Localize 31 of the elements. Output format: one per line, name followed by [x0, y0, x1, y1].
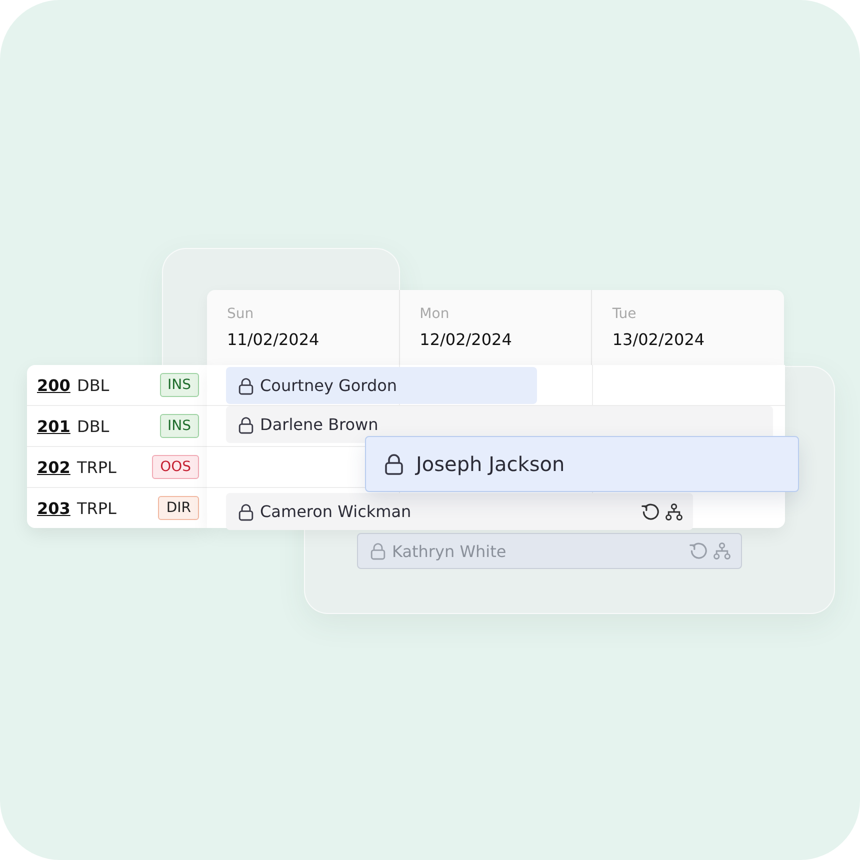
date-label: 12/02/2024 — [420, 330, 513, 349]
room-number[interactable]: 203 — [37, 498, 77, 518]
guest-name: Darlene Brown — [260, 415, 378, 434]
room-number[interactable]: 202 — [37, 458, 77, 476]
room-number[interactable]: 201 — [37, 416, 77, 436]
date-label: 13/02/2024 — [612, 330, 706, 349]
lock-icon — [370, 542, 386, 560]
lock-icon — [384, 453, 404, 475]
status-badge: INS — [160, 414, 199, 438]
room-number[interactable]: 200 — [37, 376, 77, 394]
lock-icon — [238, 416, 254, 434]
lock-icon — [238, 502, 254, 520]
status-badge: INS — [160, 373, 199, 397]
room-type: DBL — [77, 416, 110, 436]
weekday-label: Tue — [612, 306, 638, 322]
room-type: TRPL — [77, 458, 118, 476]
booking-bar[interactable]: Joseph Jackson — [365, 436, 799, 492]
status-badge: DIR — [158, 496, 199, 520]
room-type: TRPL — [77, 498, 118, 518]
weekday-label: Mon — [420, 306, 450, 322]
booking-bar[interactable]: Courtney Gordon — [226, 367, 537, 404]
guest-name: Courtney Gordon — [260, 376, 398, 395]
lock-icon — [238, 376, 254, 394]
guest-name: Kathryn White — [392, 542, 506, 560]
status-badge: OOS — [152, 455, 199, 479]
guest-name: Joseph Jackson — [416, 452, 565, 476]
booking-bar[interactable]: Cameron Wickman — [226, 493, 693, 530]
guest-name: Cameron Wickman — [260, 502, 412, 521]
date-label: 11/02/2024 — [227, 330, 320, 349]
weekday-label: Sun — [227, 306, 255, 322]
room-type: DBL — [77, 376, 110, 394]
